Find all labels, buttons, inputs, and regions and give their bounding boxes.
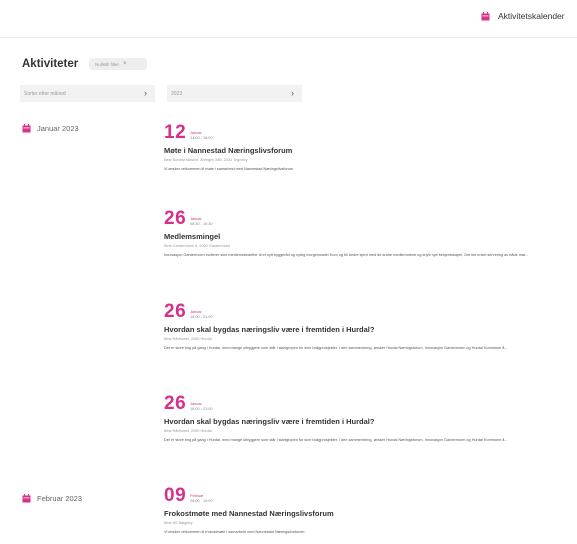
calendar-icon xyxy=(22,124,31,133)
event-location: Best Nordby Maskin, Årvegen 285, 2031 Te… xyxy=(164,158,248,162)
event-description: Vi ønsker velkommen til frokostmøte i sa… xyxy=(164,530,306,534)
close-icon[interactable]: × xyxy=(123,61,127,67)
page-title: Aktiviteter xyxy=(22,58,79,70)
event-time: 08:00 - 10:00 xyxy=(190,499,213,503)
event-time: 18:00 - 21:00 xyxy=(190,315,213,319)
event-title-link[interactable]: Hvordan skal bygdas næringsliv være i fr… xyxy=(164,417,564,427)
event-title-link[interactable]: Medlemsmingel xyxy=(164,232,564,242)
month-header-february: Februar 2023 xyxy=(22,494,82,503)
top-bar: Aktivitetskalender xyxy=(0,0,577,38)
event-time: 08:30 - 10:30 xyxy=(190,222,213,226)
event-card[interactable]: 26 Januar 18:00 - 21:00 Hvordan skal byg… xyxy=(164,300,564,352)
calendar-icon xyxy=(22,494,31,503)
event-day: 26 xyxy=(164,208,187,229)
event-day: 26 xyxy=(164,393,187,414)
event-location: Best Rådhuset, 2090 Hurdal xyxy=(164,337,212,341)
event-time: 14:00 - 18:00 xyxy=(190,136,213,140)
event-date: 12 Januar 14:00 - 18:00 xyxy=(164,121,564,143)
event-description: Det er store ting på gang i Hurdal, med … xyxy=(164,438,508,442)
sort-month-value: Sorter etter måned xyxy=(24,90,66,97)
event-description: Innovasjon Gardermoen inviterer sine med… xyxy=(164,253,529,257)
event-card[interactable]: 12 Januar 14:00 - 18:00 Møte i Nannestad… xyxy=(164,121,564,173)
event-date: 26 Januar 18:00 - 21:00 xyxy=(164,300,564,322)
event-location: Best AS Bølgeby xyxy=(164,521,193,525)
sort-month-select[interactable]: Sorter etter måned › xyxy=(20,85,155,102)
activity-calendar-label: Aktivitetskalender xyxy=(498,11,565,21)
event-description: Vi ønsker velkommen til møte i samarbeid… xyxy=(164,167,295,171)
year-select[interactable]: 2023 › xyxy=(167,85,302,102)
event-card[interactable]: 26 Januar 08:30 - 10:30 Medlemsmingel Be… xyxy=(164,207,564,259)
reset-filter-chip[interactable]: Nullstill filter × xyxy=(89,58,147,70)
month-label: Februar 2023 xyxy=(37,494,83,503)
activity-calendar-link[interactable]: Aktivitetskalender xyxy=(481,11,565,21)
event-description: Det er store ting på gang i Hurdal, med … xyxy=(164,346,508,350)
event-location: Best Gardermoen 6, 2060 Gardermoen xyxy=(164,244,231,248)
event-day: 12 xyxy=(164,122,187,143)
event-time: 18:00 - 21:00 xyxy=(190,407,213,411)
event-day: 26 xyxy=(164,301,187,322)
event-day: 09 xyxy=(164,485,187,506)
event-location: Best Rådhuset, 2090 Hurdal xyxy=(164,429,212,433)
event-card[interactable]: 09 Februar 08:00 - 10:00 Frokostmøte med… xyxy=(164,484,564,536)
event-date: 26 Januar 18:00 - 21:00 xyxy=(164,392,564,414)
year-value: 2023 xyxy=(171,90,183,97)
calendar-icon xyxy=(481,11,490,21)
chevron-right-icon: › xyxy=(291,88,294,98)
reset-filter-label: Nullstill filter xyxy=(95,61,120,67)
month-header-january: Januar 2023 xyxy=(22,124,79,133)
event-card[interactable]: 26 Januar 18:00 - 21:00 Hvordan skal byg… xyxy=(164,392,564,444)
event-title-link[interactable]: Hvordan skal bygdas næringsliv være i fr… xyxy=(164,325,564,335)
chevron-right-icon: › xyxy=(144,88,147,98)
event-title-link[interactable]: Møte i Nannestad Næringslivsforum xyxy=(164,146,564,156)
event-date: 26 Januar 08:30 - 10:30 xyxy=(164,207,564,229)
event-title-link[interactable]: Frokostmøte med Nannestad Næringslivsfor… xyxy=(164,509,564,519)
month-label: Januar 2023 xyxy=(37,124,79,133)
event-date: 09 Februar 08:00 - 10:00 xyxy=(164,484,564,506)
